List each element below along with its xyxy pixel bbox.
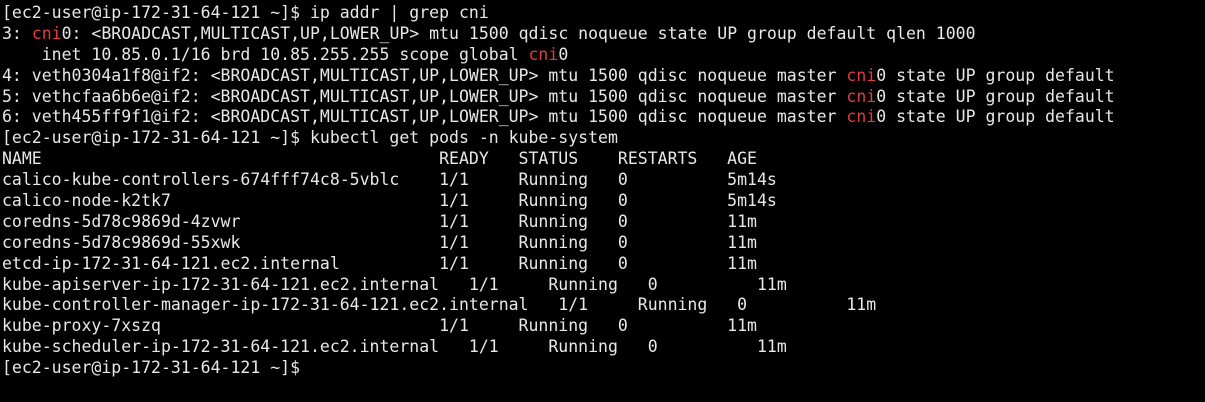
terminal-line-ipaddr-2: inet 10.85.0.1/16 brd 10.85.255.255 scop… xyxy=(2,45,1205,66)
terminal-text: 0 state UP group default xyxy=(876,65,1115,85)
terminal-text: 0: <BROADCAST,MULTICAST,UP,LOWER_UP> mtu… xyxy=(61,23,976,43)
terminal-text: 5: vethcfaa6b6e@if2: <BROADCAST,MULTICAS… xyxy=(2,86,847,106)
terminal-line-pod-row: kube-apiserver-ip-172-31-64-121.ec2.inte… xyxy=(2,275,1205,296)
terminal-text: kube-apiserver-ip-172-31-64-121.ec2.inte… xyxy=(2,274,787,294)
terminal-line-ipaddr-1: 3: cni0: <BROADCAST,MULTICAST,UP,LOWER_U… xyxy=(2,24,1205,45)
terminal-text: 4: veth0304a1f8@if2: <BROADCAST,MULTICAS… xyxy=(2,65,847,85)
terminal-line-prompt-3: [ec2-user@ip-172-31-64-121 ~]$ xyxy=(2,358,1205,379)
terminal-text: inet 10.85.0.1/16 brd 10.85.255.255 scop… xyxy=(2,44,529,64)
terminal-text: calico-node-k2tk7 1/1 Running 0 5m14s xyxy=(2,191,777,211)
grep-match-text: cni xyxy=(846,107,877,127)
terminal-line-prompt-2: [ec2-user@ip-172-31-64-121 ~]$ kubectl g… xyxy=(2,128,1205,149)
terminal-text: NAME READY STATUS RESTARTS AGE xyxy=(2,149,757,169)
terminal-line-ipaddr-3: 4: veth0304a1f8@if2: <BROADCAST,MULTICAS… xyxy=(2,66,1205,87)
terminal-line-ipaddr-4: 5: vethcfaa6b6e@if2: <BROADCAST,MULTICAS… xyxy=(2,87,1205,108)
terminal-text: calico-kube-controllers-674fff74c8-5vblc… xyxy=(2,170,777,190)
terminal-line-pod-row: etcd-ip-172-31-64-121.ec2.internal 1/1 R… xyxy=(2,254,1205,275)
terminal-text: kube-proxy-7xszq 1/1 Running 0 11m xyxy=(2,316,757,336)
terminal-line-pod-row: kube-scheduler-ip-172-31-64-121.ec2.inte… xyxy=(2,337,1205,358)
terminal-text: coredns-5d78c9869d-55xwk 1/1 Running 0 1… xyxy=(2,232,757,252)
terminal-line-pod-row: coredns-5d78c9869d-4zvwr 1/1 Running 0 1… xyxy=(2,212,1205,233)
terminal-line-pod-row: coredns-5d78c9869d-55xwk 1/1 Running 0 1… xyxy=(2,233,1205,254)
terminal-text: [ec2-user@ip-172-31-64-121 ~]$ ip addr |… xyxy=(2,3,489,22)
terminal-text: coredns-5d78c9869d-4zvwr 1/1 Running 0 1… xyxy=(2,211,757,231)
terminal-text: 0 xyxy=(558,44,569,64)
terminal-line-pod-row: kube-proxy-7xszq 1/1 Running 0 11m xyxy=(2,316,1205,337)
terminal-line-pod-row: kube-controller-manager-ip-172-31-64-121… xyxy=(2,295,1205,316)
terminal-line-pod-row: calico-node-k2tk7 1/1 Running 0 5m14s xyxy=(2,191,1205,212)
terminal-line-pods-header: NAME READY STATUS RESTARTS AGE xyxy=(2,149,1205,170)
terminal-text: 6: veth455ff9f1@if2: <BROADCAST,MULTICAS… xyxy=(2,107,847,127)
terminal-window[interactable]: [ec2-user@ip-172-31-64-121 ~]$ ip addr |… xyxy=(0,0,1205,402)
terminal-text: [ec2-user@ip-172-31-64-121 ~]$ kubectl g… xyxy=(2,128,618,148)
terminal-line-pod-row: calico-kube-controllers-674fff74c8-5vblc… xyxy=(2,170,1205,191)
terminal-text: kube-scheduler-ip-172-31-64-121.ec2.inte… xyxy=(2,337,787,357)
terminal-text: 3: xyxy=(2,23,32,43)
grep-match-text: cni xyxy=(846,65,877,85)
terminal-line-ipaddr-5: 6: veth455ff9f1@if2: <BROADCAST,MULTICAS… xyxy=(2,107,1205,128)
terminal-text: etcd-ip-172-31-64-121.ec2.internal 1/1 R… xyxy=(2,253,757,273)
terminal-text: kube-controller-manager-ip-172-31-64-121… xyxy=(2,295,877,315)
terminal-text: [ec2-user@ip-172-31-64-121 ~]$ xyxy=(2,358,301,378)
terminal-line-prompt-1: [ec2-user@ip-172-31-64-121 ~]$ ip addr |… xyxy=(2,3,1205,24)
grep-match-text: cni xyxy=(31,23,62,43)
grep-match-text: cni xyxy=(528,44,559,64)
terminal-text: 0 state UP group default xyxy=(876,86,1115,106)
terminal-text: 0 state UP group default xyxy=(876,107,1115,127)
grep-match-text: cni xyxy=(846,86,877,106)
